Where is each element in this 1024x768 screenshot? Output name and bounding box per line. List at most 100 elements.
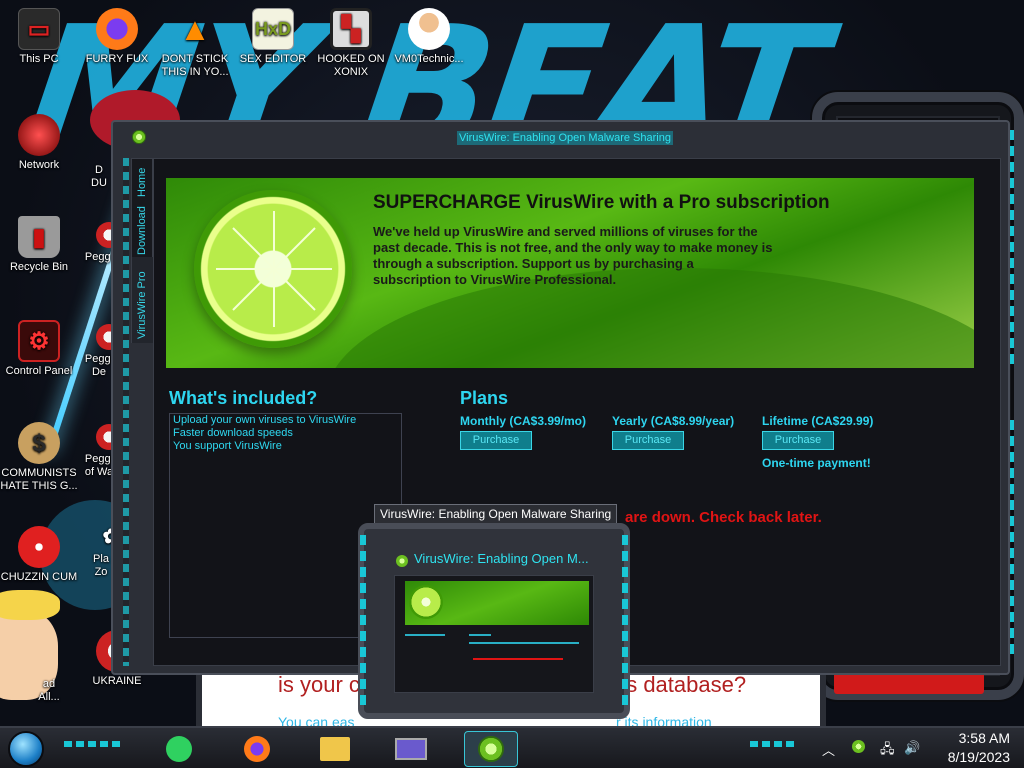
plan-lifetime: Lifetime (CA$29.99) Purchase One-time pa… bbox=[762, 414, 873, 470]
taskbar-viruswire[interactable] bbox=[464, 731, 518, 767]
desktop-icon-label: Peggl bbox=[84, 453, 114, 465]
thumbnail-status bbox=[473, 658, 563, 660]
firefox-icon bbox=[244, 736, 270, 762]
taskbar: ︿ 🖧 🔊 3:58 AM 8/19/2023 bbox=[0, 726, 1024, 768]
desktop-icon-label: DONT STICK THIS IN YO... bbox=[161, 53, 229, 78]
included-heading: What's included? bbox=[169, 388, 318, 408]
lime-app-icon bbox=[396, 555, 408, 567]
lime-app-icon bbox=[478, 736, 504, 762]
thumbnail-lime bbox=[409, 585, 443, 619]
servers-status-message: are down. Check back later. bbox=[625, 509, 822, 526]
desktop-icon-label: De bbox=[91, 366, 107, 378]
tab-viruswire-pro-label: VirusWire Pro bbox=[136, 271, 148, 339]
plan-lifetime-note: One-time payment! bbox=[762, 456, 871, 470]
plan-yearly: Yearly (CA$8.99/year) Purchase bbox=[612, 414, 734, 450]
desktop-icon-label: Network bbox=[18, 159, 60, 171]
money-bag-icon: $ bbox=[18, 422, 60, 464]
purchase-yearly-button[interactable]: Purchase bbox=[612, 431, 684, 450]
plan-monthly-name: Monthly (CA$3.99/mo) bbox=[460, 414, 587, 428]
control-panel-icon: ⚙ bbox=[18, 320, 60, 362]
preview-title: VirusWire: Enabling Open M... bbox=[414, 551, 589, 566]
desktop-icon-label: All... bbox=[38, 691, 60, 703]
desktop-icon-label: HOOKED ON XONIX bbox=[317, 53, 385, 78]
thumbnail-line bbox=[405, 634, 445, 636]
thumbnail-line bbox=[469, 634, 491, 636]
computer-icon: ▭ bbox=[18, 8, 60, 50]
lime-app-icon[interactable] bbox=[132, 130, 146, 144]
list-item: You support VirusWire bbox=[173, 440, 282, 452]
chuzzle-icon bbox=[18, 526, 60, 568]
start-button[interactable] bbox=[8, 731, 44, 767]
pro-banner: SUPERCHARGE VirusWire with a Pro subscri… bbox=[166, 178, 974, 368]
purchase-lifetime-button[interactable]: Purchase bbox=[762, 431, 834, 450]
banner-description: We've held up VirusWire and served milli… bbox=[373, 224, 773, 287]
volume-icon[interactable]: 🔊 bbox=[904, 740, 920, 756]
clock-time: 3:58 AM bbox=[958, 730, 1010, 746]
taskbar-notes-app[interactable] bbox=[160, 731, 198, 767]
list-item: Faster download speeds bbox=[173, 427, 293, 439]
list-item: Upload your own viruses to VirusWire bbox=[173, 414, 357, 426]
plans-heading: Plans bbox=[460, 388, 509, 408]
window-edge-lights bbox=[123, 158, 129, 666]
desktop-icon-vm0technic[interactable]: VM0Technic... bbox=[390, 8, 468, 66]
plan-yearly-name: Yearly (CA$8.99/year) bbox=[612, 414, 735, 428]
tab-download-label: Download bbox=[136, 206, 148, 255]
webpage-heading-right: 's database? bbox=[622, 672, 747, 697]
network-icon bbox=[18, 114, 60, 156]
taskbar-firefox[interactable] bbox=[238, 731, 276, 767]
folder-icon bbox=[320, 737, 350, 761]
webpage-heading-left: is your c bbox=[278, 672, 360, 697]
desktop-icon-label: ad bbox=[42, 678, 56, 690]
thumbnail-line bbox=[469, 642, 579, 644]
tab-home-label: Home bbox=[136, 167, 148, 197]
desktop-icon-label: D bbox=[95, 164, 103, 176]
desktop-icon-label: Pla bbox=[93, 553, 109, 565]
window-app-icon bbox=[395, 738, 427, 760]
tray-chevron-icon[interactable]: ︿ bbox=[822, 740, 835, 759]
desktop-icon-label: FURRY FUX bbox=[85, 53, 149, 65]
recycle-bin-icon: ▮ bbox=[18, 216, 60, 258]
notes-icon bbox=[166, 736, 192, 762]
network-tray-icon[interactable]: 🖧 bbox=[880, 740, 895, 762]
clock-date: 8/19/2023 bbox=[947, 749, 1010, 765]
lime-tray-icon[interactable] bbox=[852, 740, 865, 756]
doctor-icon bbox=[408, 8, 450, 50]
banner-title: SUPERCHARGE VirusWire with a Pro subscri… bbox=[373, 192, 830, 213]
taskbar-clock[interactable]: 3:58 AM 8/19/2023 bbox=[948, 729, 1010, 767]
lime-logo bbox=[194, 190, 352, 348]
desktop-icon-label: Peggl bbox=[84, 353, 114, 365]
desktop-icon-label: SEX EDITOR bbox=[239, 53, 307, 65]
plan-lifetime-name: Lifetime (CA$29.99) bbox=[762, 414, 874, 428]
desktop-icon-dont-stick[interactable]: ▲ DONT STICK THIS IN YO... bbox=[156, 8, 234, 79]
xonix-game-icon: ▚ bbox=[330, 8, 372, 50]
desktop-icon-label: Zo bbox=[94, 566, 108, 578]
purchase-monthly-button[interactable]: Purchase bbox=[460, 431, 532, 450]
tab-download[interactable]: Download bbox=[132, 199, 154, 257]
desktop-icon-label: DU bbox=[91, 177, 107, 189]
desktop-icon-partial-ad[interactable]: ad All... bbox=[10, 678, 88, 704]
wallpaper-character-hair bbox=[0, 590, 60, 620]
preview-tooltip: VirusWire: Enabling Open Malware Sharing bbox=[374, 504, 618, 524]
desktop-icon-sex-editor[interactable]: HxD SEX EDITOR bbox=[234, 8, 312, 66]
taskbar-control-app[interactable] bbox=[392, 731, 430, 767]
hex-editor-icon: HxD bbox=[252, 8, 294, 50]
preview-lights bbox=[622, 535, 628, 705]
taskbar-lights bbox=[64, 741, 120, 747]
desktop-icon-furry-fux[interactable]: FURRY FUX bbox=[78, 8, 156, 66]
plan-monthly: Monthly (CA$3.99/mo) Purchase bbox=[460, 414, 586, 450]
vlc-cone-icon: ▲ bbox=[179, 10, 211, 47]
desktop-icon-hooked-on-xonix[interactable]: ▚ HOOKED ON XONIX bbox=[312, 8, 390, 79]
desktop-icon-label: VM0Technic... bbox=[394, 53, 464, 65]
desktop-icon-label: UKRAINE bbox=[92, 675, 142, 687]
taskbar-lights bbox=[750, 741, 794, 747]
desktop-icon-label: This PC bbox=[19, 53, 59, 65]
desktop-icon-this-pc[interactable]: ▭ This PC bbox=[0, 8, 78, 66]
taskbar-file-explorer[interactable] bbox=[316, 731, 354, 767]
thumbnail-banner bbox=[405, 581, 589, 625]
desktop-icon-label: of Wa bbox=[84, 466, 114, 478]
tab-home[interactable]: Home bbox=[132, 159, 154, 199]
tab-viruswire-pro[interactable]: VirusWire Pro bbox=[132, 257, 154, 343]
firefox-icon bbox=[96, 8, 138, 50]
taskbar-window-preview[interactable]: VirusWire: Enabling Open M... bbox=[358, 523, 630, 719]
vertical-tab-bar: Home Download VirusWire Pro bbox=[131, 158, 154, 343]
